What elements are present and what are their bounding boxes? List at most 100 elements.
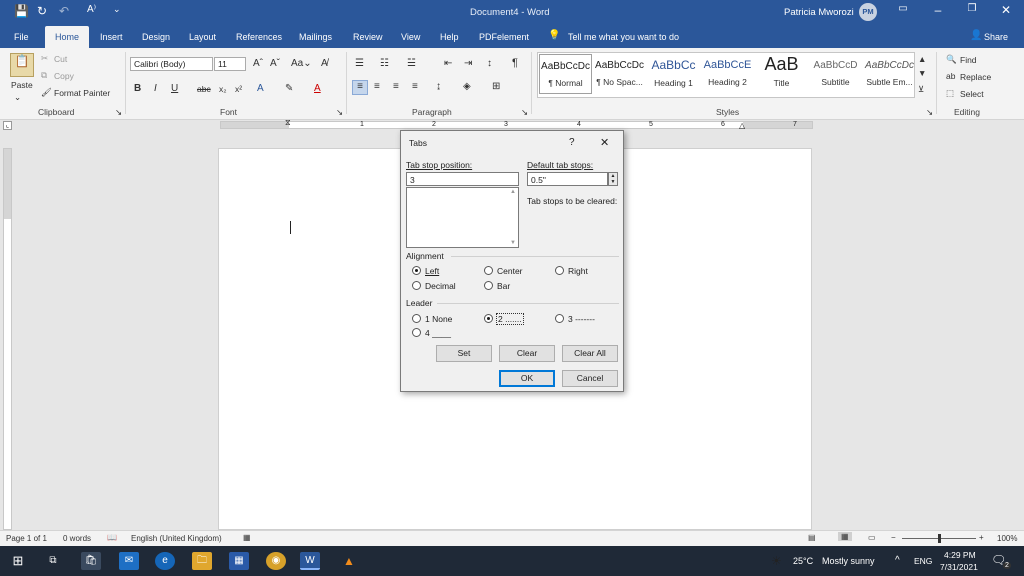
style-heading-1[interactable]: AaBbCc Heading 1	[647, 54, 700, 94]
tab-file[interactable]: File	[14, 32, 29, 42]
default-tab-stops-input[interactable]: 0.5"	[527, 172, 608, 186]
strikethrough-icon[interactable]: abc	[197, 84, 211, 94]
align-left-icon[interactable]: ≡	[352, 80, 368, 95]
weather-description[interactable]: Mostly sunny	[822, 556, 875, 566]
align-center-radio[interactable]	[484, 266, 493, 275]
word-icon[interactable]: W	[300, 552, 320, 570]
restore-icon[interactable]: ❐	[962, 3, 982, 14]
language[interactable]: English (United Kingdom)	[131, 534, 222, 543]
share-button[interactable]: Share	[984, 32, 1008, 42]
italic-icon[interactable]: I	[154, 83, 157, 94]
tab-view[interactable]: View	[401, 32, 420, 42]
tab-references[interactable]: References	[236, 32, 282, 42]
font-launcher-icon[interactable]: ↘	[336, 107, 343, 118]
style-title[interactable]: AaB Title	[755, 54, 808, 94]
style-heading-2[interactable]: AaBbCcE Heading 2	[701, 54, 754, 94]
zoom-level[interactable]: 100%	[997, 534, 1017, 543]
format-painter-button[interactable]: Format Painter	[54, 88, 110, 98]
styles-scroll-up-icon[interactable]: ▲	[918, 54, 926, 64]
align-decimal-label[interactable]: Decimal	[425, 281, 456, 291]
styles-launcher-icon[interactable]: ↘	[926, 107, 933, 118]
proofing-icon[interactable]: 📖	[107, 533, 117, 542]
undo-icon[interactable]: ↶	[59, 4, 69, 18]
font-size-combo[interactable]: 11	[214, 57, 246, 71]
clipboard-launcher-icon[interactable]: ↘	[115, 107, 122, 118]
styles-scroll-down-icon[interactable]: ▼	[918, 68, 926, 78]
multilevel-list-icon[interactable]: ☱	[407, 58, 416, 69]
autosave-icon[interactable]: ↻	[37, 4, 47, 18]
numbering-icon[interactable]: ☷	[380, 58, 389, 69]
styles-more-icon[interactable]: ⊻	[918, 84, 924, 95]
scroll-down-icon[interactable]: ▼	[510, 240, 516, 246]
font-name-combo[interactable]: Calibri (Body)	[130, 57, 213, 71]
clear-formatting-icon[interactable]: A̸	[321, 58, 328, 69]
decrease-indent-icon[interactable]: ⇤	[444, 58, 452, 69]
vertical-ruler[interactable]	[3, 148, 12, 530]
tab-home[interactable]: Home	[45, 26, 90, 48]
tab-stop-list[interactable]: ▲ ▼	[406, 187, 519, 248]
increase-indent-icon[interactable]: ⇥	[464, 58, 472, 69]
sort-icon[interactable]: ↕	[487, 58, 492, 69]
align-right-label[interactable]: Right	[568, 266, 588, 276]
file-explorer-icon[interactable]: 🗀	[192, 552, 212, 570]
find-button[interactable]: Find	[960, 55, 977, 65]
paste-icon[interactable]: 📋	[10, 53, 34, 77]
cut-button[interactable]: Cut	[54, 54, 67, 64]
tab-selector-icon[interactable]: ⌞	[3, 121, 12, 130]
horizontal-ruler[interactable]: ⧖ △ 1 2 3 4 5 6 7	[220, 118, 813, 130]
web-layout-icon[interactable]: ▭	[868, 533, 876, 542]
change-case-icon[interactable]: Aa⌄	[291, 58, 312, 69]
bold-icon[interactable]: B	[134, 83, 141, 94]
zoom-out-icon[interactable]: −	[891, 533, 896, 542]
tell-me-search[interactable]: Tell me what you want to do	[568, 32, 679, 42]
input-language[interactable]: ENG	[914, 556, 932, 566]
read-mode-icon[interactable]: ▤	[808, 533, 816, 542]
highlight-icon[interactable]: ✎	[285, 83, 293, 94]
align-left-radio[interactable]	[412, 266, 421, 275]
leader-none-radio[interactable]	[412, 314, 421, 323]
page-count[interactable]: Page 1 of 1	[6, 534, 47, 543]
align-right-icon[interactable]: ≡	[393, 81, 399, 92]
tab-help[interactable]: Help	[440, 32, 459, 42]
customize-toolbar-icon[interactable]: ⌄	[113, 4, 121, 15]
save-icon[interactable]: 💾	[14, 4, 29, 18]
align-bar-radio[interactable]	[484, 281, 493, 290]
shrink-font-icon[interactable]: Aˇ	[270, 58, 280, 69]
grow-font-icon[interactable]: Aˆ	[253, 58, 263, 69]
leader-dashes-radio[interactable]	[555, 314, 564, 323]
zoom-in-icon[interactable]: +	[979, 533, 984, 542]
subscript-icon[interactable]: x₂	[219, 84, 227, 94]
bullets-icon[interactable]: ☰	[355, 58, 364, 69]
align-center-label[interactable]: Center	[497, 266, 523, 276]
shading-icon[interactable]: ◈	[463, 81, 471, 92]
vlc-icon[interactable]: ▲	[339, 552, 359, 570]
leader-underline-label[interactable]: 4 ____	[425, 328, 451, 338]
align-left-label[interactable]: Left	[425, 266, 439, 276]
tab-stop-input[interactable]: 3	[406, 172, 519, 186]
style-normal[interactable]: AaBbCcDc ¶ Normal	[539, 54, 592, 94]
weather-temp[interactable]: 25°C	[793, 556, 813, 566]
edge-icon[interactable]: e	[155, 552, 175, 570]
style-subtitle[interactable]: AaBbCcD Subtitle	[809, 54, 862, 94]
macro-icon[interactable]: ▦	[243, 533, 251, 542]
show-formatting-icon[interactable]: ¶	[512, 57, 518, 69]
leader-none-label[interactable]: 1 None	[425, 314, 452, 324]
align-decimal-radio[interactable]	[412, 281, 421, 290]
user-name[interactable]: Patricia Mworozi	[784, 7, 854, 18]
ribbon-display-icon[interactable]: ▭	[893, 3, 913, 14]
tab-layout[interactable]: Layout	[189, 32, 216, 42]
line-spacing-icon[interactable]: ↨	[436, 81, 441, 92]
default-tab-spinner[interactable]: ▲ ▼	[608, 172, 618, 186]
justify-icon[interactable]: ≡	[412, 81, 418, 92]
chrome-icon[interactable]: ◉	[266, 552, 286, 570]
calculator-icon[interactable]: ▦	[229, 552, 249, 570]
paragraph-launcher-icon[interactable]: ↘	[521, 107, 528, 118]
tab-design[interactable]: Design	[142, 32, 170, 42]
indent-marker-icon[interactable]: ⧖	[285, 118, 291, 128]
print-layout-icon[interactable]: ▦	[838, 532, 852, 541]
word-count[interactable]: 0 words	[63, 534, 91, 543]
font-color-icon[interactable]: A	[314, 83, 321, 94]
tab-insert[interactable]: Insert	[100, 32, 123, 42]
borders-icon[interactable]: ⊞	[492, 81, 500, 92]
clock-time[interactable]: 4:29 PM	[944, 550, 976, 560]
